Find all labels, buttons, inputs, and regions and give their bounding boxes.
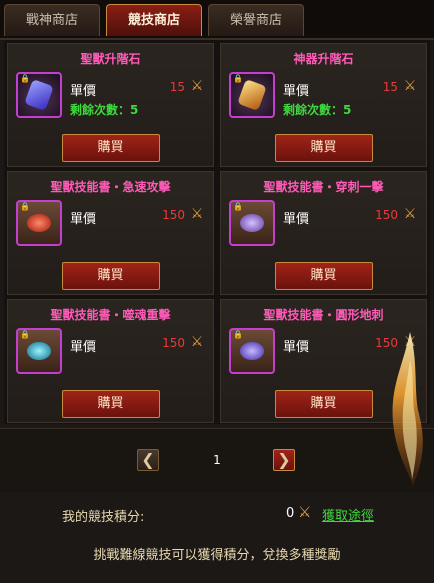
- crossed-swords-icon: ⚔: [403, 78, 417, 94]
- item-grid: 聖獸升階石 🔒 單價 15 ⚔ 剩餘次數：5 購買 神器升階石 🔒 單價 15 …: [4, 40, 430, 424]
- arena-points-value: 0: [286, 506, 295, 521]
- price-label: 單價: [283, 84, 310, 99]
- lock-icon: 🔒: [20, 74, 30, 83]
- blue-crystal-icon[interactable]: 🔒: [16, 72, 62, 118]
- lock-icon: 🔒: [20, 202, 30, 211]
- item-title: 聖獸技能書・圓形地刺: [263, 308, 384, 322]
- book-gem: [240, 342, 264, 360]
- item-title: 聖獸升階石: [80, 52, 141, 66]
- gold-crystal-icon[interactable]: 🔒: [229, 72, 275, 118]
- tab-war-god-shop[interactable]: 戰神商店: [4, 4, 100, 36]
- lock-icon: 🔒: [20, 330, 30, 339]
- price-value: 15: [169, 80, 185, 94]
- buy-button[interactable]: 購買: [274, 262, 373, 290]
- crossed-swords-icon: ⚔: [298, 503, 312, 521]
- price-value: 150: [162, 208, 185, 222]
- crystal-gem: [24, 79, 54, 111]
- shop-item-card: 聖獸升階石 🔒 單價 15 ⚔ 剩餘次數：5 購買: [7, 43, 214, 167]
- item-title: 聖獸技能書・噬魂重擊: [50, 308, 171, 322]
- price-label: 單價: [70, 212, 97, 227]
- next-page-button[interactable]: ❯: [273, 449, 295, 471]
- lock-icon: 🔒: [233, 74, 243, 83]
- crossed-swords-icon: ⚔: [190, 206, 204, 222]
- arena-points-panel: 我的競技積分: 0 ⚔ 獲取途徑 挑戰難線競技可以獲得積分，兌換多種獎勵: [0, 492, 434, 583]
- tab-arena-shop[interactable]: 競技商店: [106, 4, 202, 36]
- pagination: ❮ 1 ❯: [0, 428, 434, 493]
- remaining-count: 剩餘次數：5: [70, 103, 139, 117]
- shop-tab-bar: 戰神商店 競技商店 榮譽商店: [0, 0, 434, 40]
- buy-button[interactable]: 購買: [274, 134, 373, 162]
- price-label: 單價: [283, 340, 310, 355]
- book-gem: [240, 214, 264, 232]
- points-hint: 挑戰難線競技可以獲得積分，兌換多種獎勵: [93, 548, 341, 563]
- skill-book-cyan-icon[interactable]: 🔒: [16, 328, 62, 374]
- lock-icon: 🔒: [233, 202, 243, 211]
- tab-honor-shop[interactable]: 榮譽商店: [208, 4, 304, 36]
- item-title: 聖獸技能書・穿刺一擊: [263, 180, 384, 194]
- shop-item-card: 聖獸技能書・噬魂重擊 🔒 單價 150 ⚔ 購買: [7, 299, 214, 423]
- crossed-swords-icon: ⚔: [190, 334, 204, 350]
- page-number: 1: [213, 453, 221, 467]
- price-label: 單價: [283, 212, 310, 227]
- golden-flame-ornament-icon: [392, 332, 423, 488]
- price-value: 150: [162, 336, 185, 350]
- price-value: 15: [382, 80, 398, 94]
- price-label: 單價: [70, 84, 97, 99]
- prev-page-button[interactable]: ❮: [137, 449, 159, 471]
- remaining-count: 剩餘次數：5: [283, 103, 352, 117]
- book-gem: [27, 342, 51, 360]
- shop-item-card: 神器升階石 🔒 單價 15 ⚔ 剩餘次數：5 購買: [220, 43, 427, 167]
- price-label: 單價: [70, 340, 97, 355]
- book-gem: [27, 214, 51, 232]
- skill-book-purple-icon[interactable]: 🔒: [229, 200, 275, 246]
- buy-button[interactable]: 購買: [61, 134, 160, 162]
- shop-item-card: 聖獸技能書・急速攻擊 🔒 單價 150 ⚔ 購買: [7, 171, 214, 295]
- arena-points-label: 我的競技積分:: [62, 510, 145, 525]
- price-value: 150: [375, 208, 398, 222]
- skill-book-violet-icon[interactable]: 🔒: [229, 328, 275, 374]
- crystal-gem: [237, 79, 267, 111]
- crossed-swords-icon: ⚔: [403, 206, 417, 222]
- crossed-swords-icon: ⚔: [190, 78, 204, 94]
- shop-item-card: 聖獸技能書・穿刺一擊 🔒 單價 150 ⚔ 購買: [220, 171, 427, 295]
- buy-button[interactable]: 購買: [274, 390, 373, 418]
- get-points-link[interactable]: 獲取途徑: [322, 505, 374, 524]
- buy-button[interactable]: 購買: [61, 390, 160, 418]
- item-title: 聖獸技能書・急速攻擊: [50, 180, 171, 194]
- buy-button[interactable]: 購買: [61, 262, 160, 290]
- skill-book-red-icon[interactable]: 🔒: [16, 200, 62, 246]
- lock-icon: 🔒: [233, 330, 243, 339]
- item-title: 神器升階石: [293, 52, 354, 66]
